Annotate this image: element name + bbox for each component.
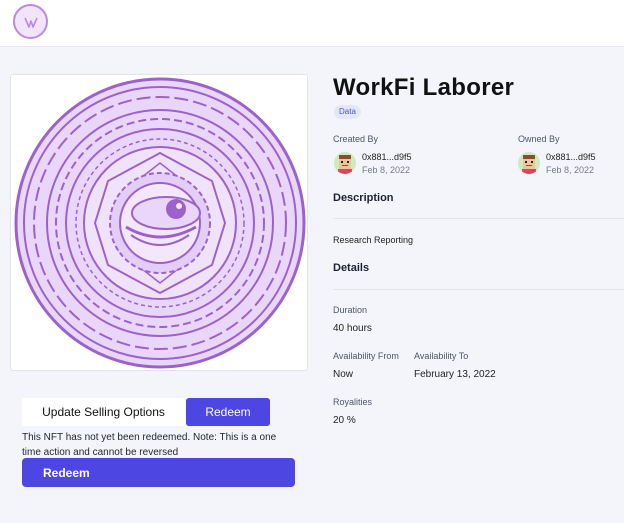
description-divider xyxy=(333,218,624,219)
description-text: Research Reporting xyxy=(333,235,414,245)
details-heading: Details xyxy=(333,262,370,274)
redeem-tab-button[interactable]: Redeem xyxy=(186,398,270,426)
creator-date: Feb 8, 2022 xyxy=(362,165,411,175)
nft-title: WorkFi Laborer xyxy=(333,74,515,101)
duration-value: 40 hours xyxy=(333,323,372,334)
redeem-note: This NFT has not yet been redeemed. Note… xyxy=(22,432,277,458)
availability-to-label: Availability To xyxy=(414,351,469,361)
description-heading: Description xyxy=(333,192,394,204)
workfi-logo-icon[interactable] xyxy=(13,4,48,39)
owner-avatar[interactable] xyxy=(518,152,540,174)
availability-from-value: Now xyxy=(333,369,354,380)
creator-avatar[interactable] xyxy=(334,152,356,174)
category-badge: Data xyxy=(334,105,361,119)
pixel-avatar-icon xyxy=(518,152,540,174)
royalties-value: 20 % xyxy=(333,415,356,426)
nft-artwork-image xyxy=(10,74,308,371)
owner-date: Feb 8, 2022 xyxy=(546,165,595,175)
redeem-button[interactable]: Redeem xyxy=(22,458,295,487)
update-selling-options-button[interactable]: Update Selling Options xyxy=(22,398,185,426)
availability-from-label: Availability From xyxy=(333,351,399,361)
details-divider xyxy=(333,289,624,290)
created-by-label: Created By xyxy=(333,134,379,144)
duration-label: Duration xyxy=(333,305,368,315)
owned-by-label: Owned By xyxy=(518,134,560,144)
top-bar xyxy=(0,0,624,47)
royalties-label: Royalities xyxy=(333,397,373,407)
pixel-avatar-icon xyxy=(334,152,356,174)
owner-address[interactable]: 0x881...d9f5 xyxy=(546,152,596,162)
creator-address[interactable]: 0x881...d9f5 xyxy=(362,152,412,162)
availability-to-value: February 13, 2022 xyxy=(414,369,496,380)
